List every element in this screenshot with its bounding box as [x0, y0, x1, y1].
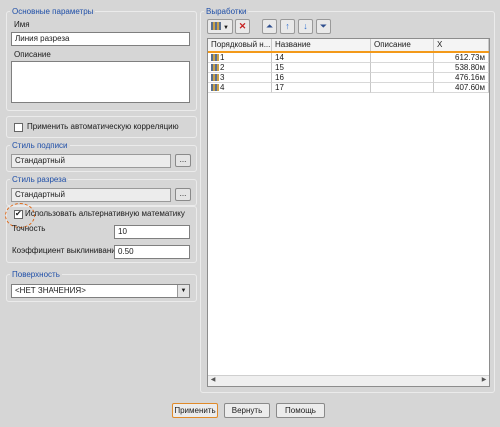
coef-label: Коэффициент выклинивания: [12, 246, 121, 255]
table-header: Порядковый н... Название Описание X: [208, 39, 489, 53]
table-row[interactable]: 4 17 407.60м: [208, 83, 489, 93]
row-x-cell: 407.60м: [434, 83, 489, 93]
apply-button[interactable]: Применить: [172, 403, 218, 418]
revert-button[interactable]: Вернуть: [224, 403, 270, 418]
row-x-cell: 476.16м: [434, 73, 489, 83]
surface-legend: Поверхность: [12, 270, 60, 279]
workings-table[interactable]: Порядковый н... Название Описание X 1 14…: [207, 38, 490, 387]
double-up-icon: ⏶: [265, 21, 274, 31]
name-input[interactable]: Линия разреза: [11, 32, 190, 46]
alt-math-label: Использовать альтернативную математику: [25, 209, 185, 218]
row-name-cell: 17: [272, 83, 371, 93]
description-label: Описание: [14, 50, 51, 59]
row-desc-cell: [371, 53, 434, 63]
auto-correlation-label: Применить автоматическую корреляцию: [27, 122, 179, 131]
double-down-icon: ⏷: [319, 21, 328, 31]
row-name-cell: 16: [272, 73, 371, 83]
dialog: Основные параметры Имя Линия разреза Опи…: [0, 0, 500, 427]
chevron-down-icon[interactable]: ▼: [177, 285, 189, 297]
alt-math-checkbox[interactable]: [14, 209, 23, 219]
surface-select-value: <НЕТ ЗНАЧЕНИЯ>: [15, 286, 86, 295]
column-header-name[interactable]: Название: [272, 39, 371, 51]
delete-x-icon: ✕: [238, 21, 247, 31]
table-row[interactable]: 2 15 538.80м: [208, 63, 489, 73]
row-desc-cell: [371, 83, 434, 93]
working-icon: [211, 84, 219, 91]
working-icon: [211, 64, 219, 71]
column-header-description[interactable]: Описание: [371, 39, 434, 51]
row-name-cell: 14: [272, 53, 371, 63]
move-up-button[interactable]: ↑: [280, 19, 295, 34]
auto-correlation-checkbox[interactable]: [14, 123, 23, 132]
row-desc-cell: [371, 73, 434, 83]
table-row[interactable]: 1 14 612.73м: [208, 53, 489, 63]
description-textarea[interactable]: [11, 61, 190, 103]
arrow-up-icon: ↑: [285, 21, 290, 31]
label-style-field: Стандартный: [11, 154, 171, 168]
row-x-cell: 538.80м: [434, 63, 489, 73]
section-style-browse-button[interactable]: ...: [175, 188, 191, 201]
help-button[interactable]: Помощь: [276, 403, 325, 418]
label-style-browse-button[interactable]: ...: [175, 154, 191, 167]
row-x-cell: 612.73м: [434, 53, 489, 63]
name-label: Имя: [14, 20, 30, 29]
precision-label: Точность: [12, 224, 46, 233]
section-style-field: Стандартный: [11, 188, 171, 202]
row-order-cell: 1: [208, 53, 272, 63]
scroll-right-icon[interactable]: ▶: [479, 376, 489, 385]
dropdown-arrow-icon: ▼: [223, 25, 229, 31]
row-order-cell: 3: [208, 73, 272, 83]
basic-params-legend: Основные параметры: [12, 7, 94, 16]
add-working-button[interactable]: ▼: [207, 19, 233, 34]
workings-legend: Выработки: [206, 7, 247, 16]
table-row[interactable]: 3 16 476.16м: [208, 73, 489, 83]
row-order-cell: 4: [208, 83, 272, 93]
move-top-button[interactable]: ⏶: [262, 19, 277, 34]
working-icon: [211, 54, 219, 61]
add-working-icon: [211, 22, 222, 30]
label-style-legend: Стиль подписи: [12, 141, 68, 150]
row-name-cell: 15: [272, 63, 371, 73]
row-desc-cell: [371, 63, 434, 73]
surface-select[interactable]: <НЕТ ЗНАЧЕНИЯ> ▼: [11, 284, 190, 298]
horizontal-scrollbar[interactable]: ◀ ▶: [208, 375, 489, 386]
arrow-down-icon: ↓: [303, 21, 308, 31]
row-order-cell: 2: [208, 63, 272, 73]
precision-input[interactable]: 10: [114, 225, 190, 239]
working-icon: [211, 74, 219, 81]
move-down-button[interactable]: ↓: [298, 19, 313, 34]
coef-input[interactable]: 0.50: [114, 245, 190, 259]
column-header-order[interactable]: Порядковый н...: [208, 39, 272, 51]
delete-working-button[interactable]: ✕: [235, 19, 250, 34]
section-style-legend: Стиль разреза: [12, 175, 67, 184]
move-bottom-button[interactable]: ⏷: [316, 19, 331, 34]
column-header-x[interactable]: X: [434, 39, 489, 51]
scroll-left-icon[interactable]: ◀: [208, 376, 218, 385]
